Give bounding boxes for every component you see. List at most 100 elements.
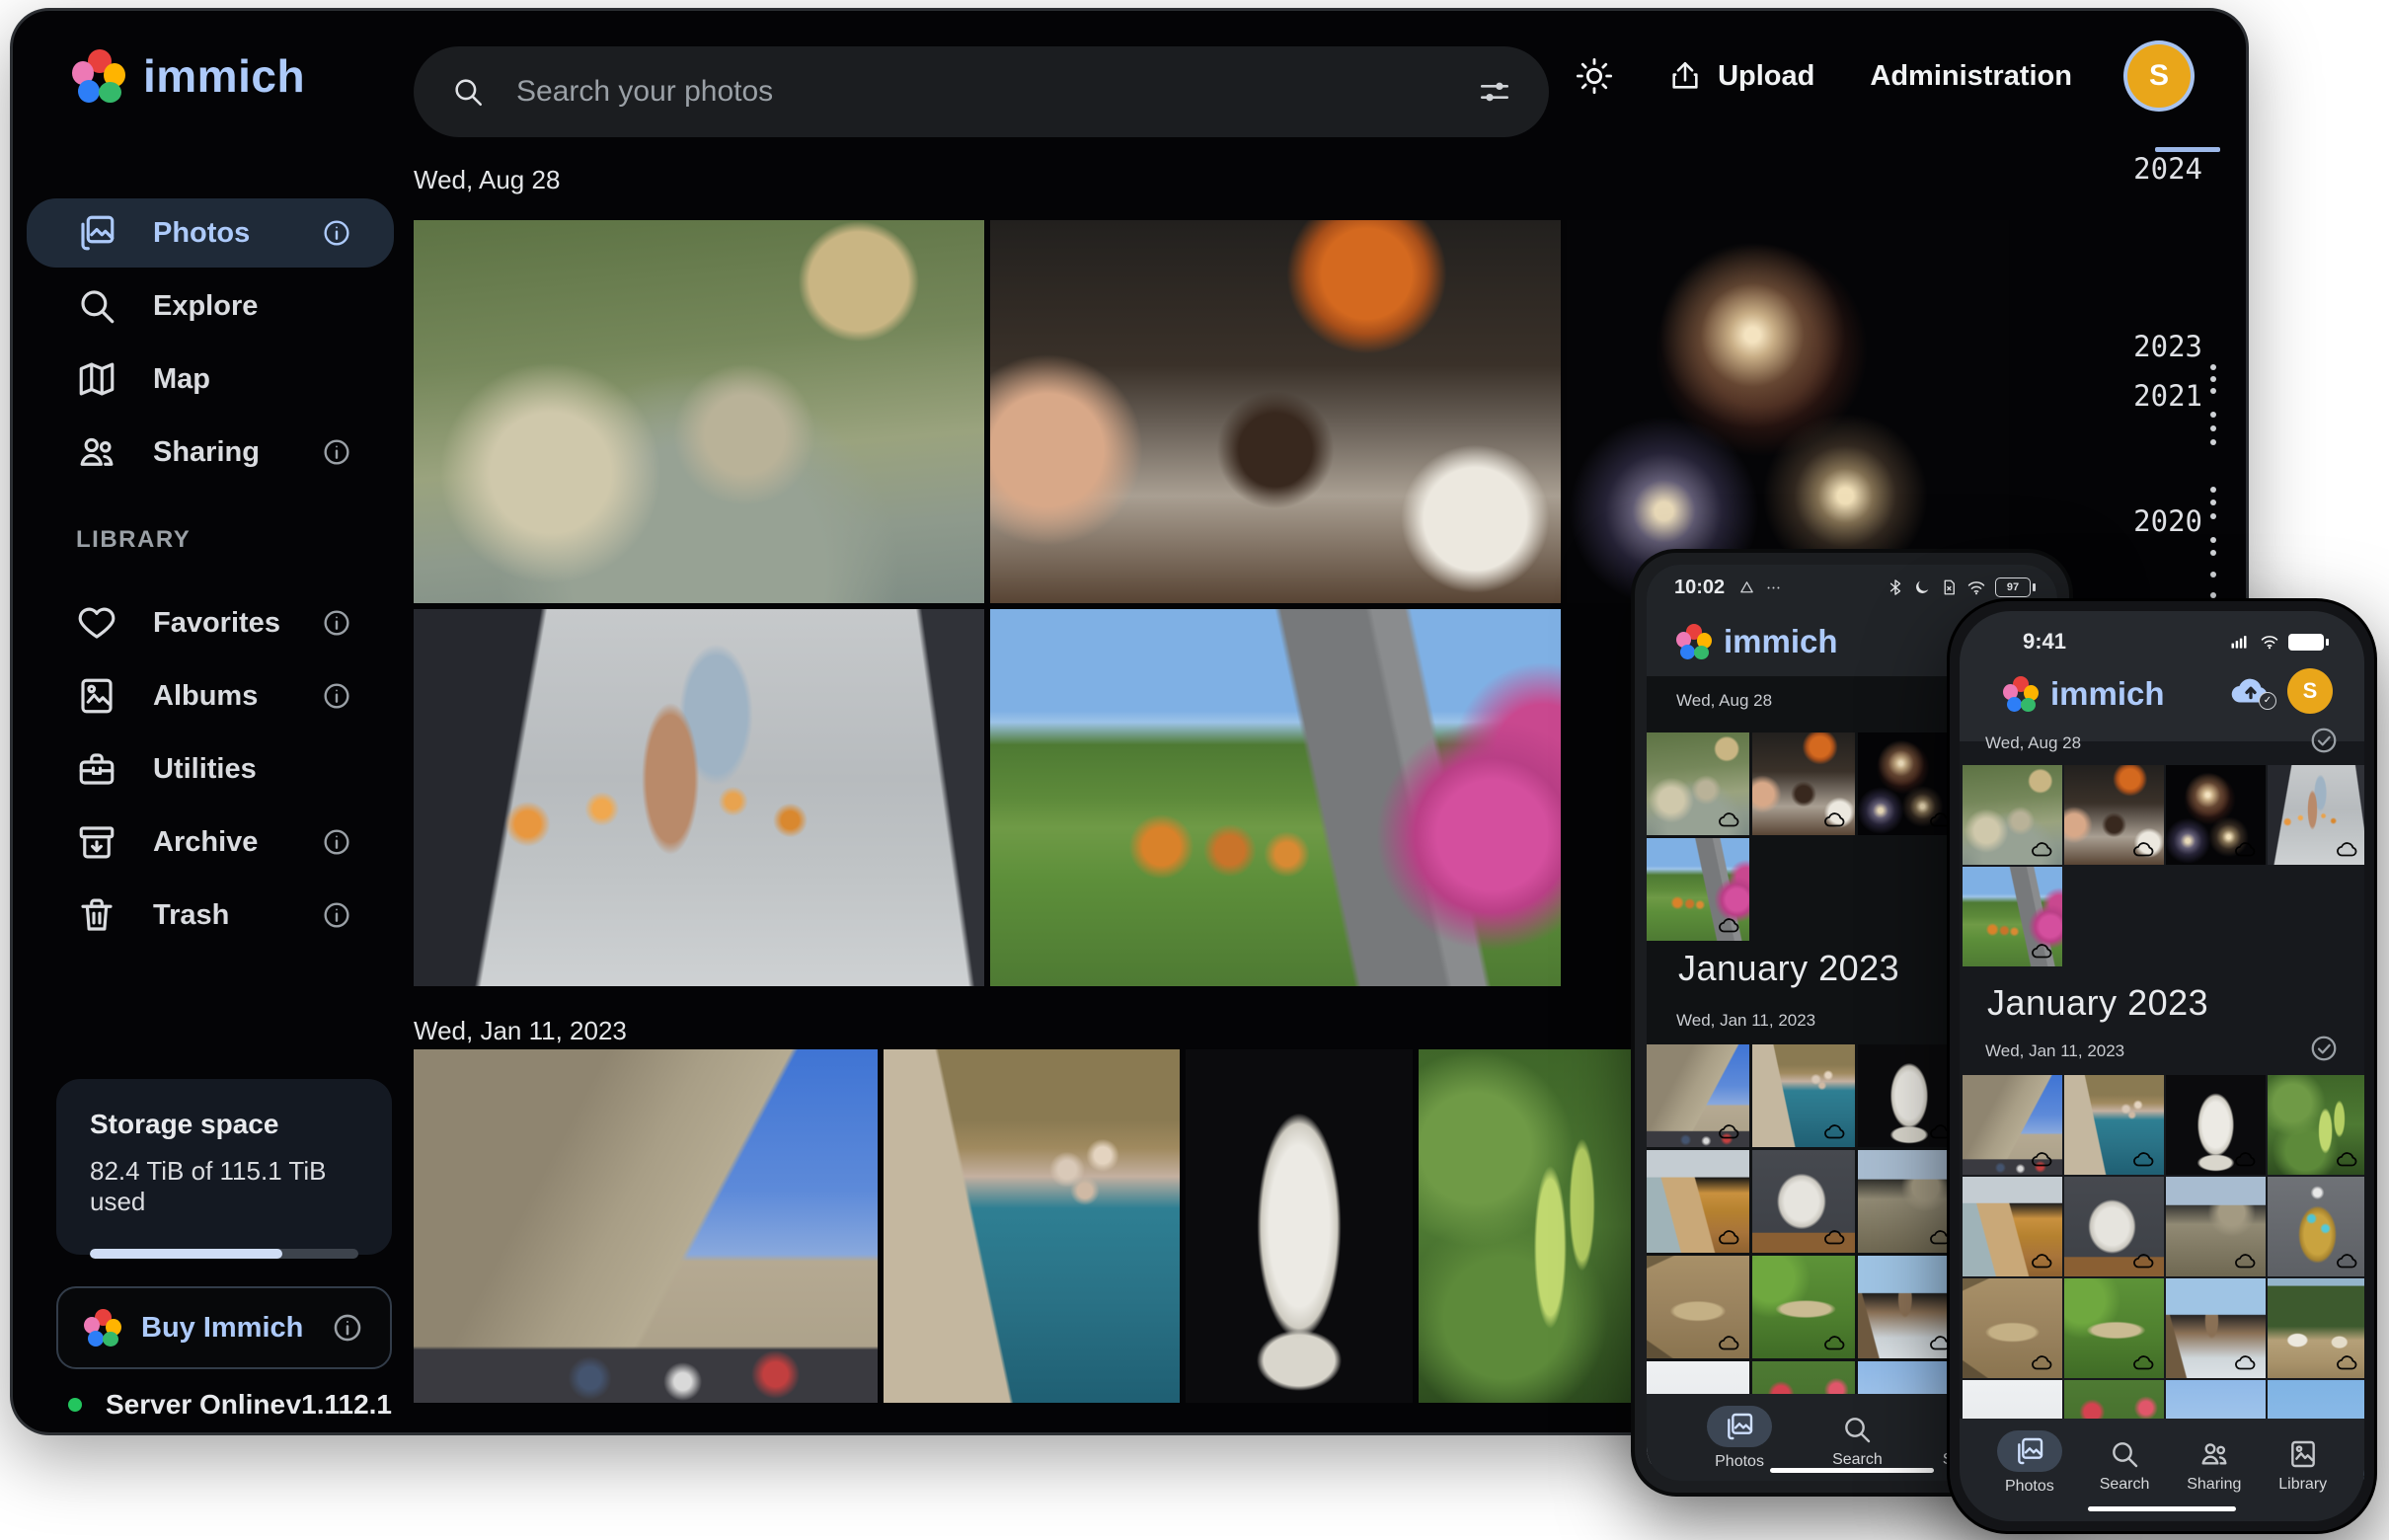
info-icon[interactable] [331, 1311, 364, 1345]
sidebar-item-sharing[interactable]: Sharing [13, 418, 408, 487]
phone-nav-search[interactable]: Search [2100, 1419, 2150, 1494]
user-avatar[interactable]: S [2127, 44, 2191, 108]
sidebar-item-favorites[interactable]: Favorites [13, 588, 408, 657]
phone-user-avatar[interactable]: S [2287, 668, 2333, 714]
timeline-year-2023[interactable]: 2023 [2133, 330, 2202, 363]
photo-hands[interactable] [414, 609, 984, 986]
theme-toggle-sun-icon[interactable] [1576, 57, 1613, 95]
tablet-nav-photos[interactable]: Photos [1707, 1394, 1772, 1471]
photo-lizard2-thumb[interactable] [1752, 1256, 1855, 1358]
cloud-sync-icon [1718, 1122, 1741, 1140]
timeline-dot [2210, 412, 2216, 418]
photo-bust-thumb[interactable] [2166, 1075, 2266, 1175]
photo-fortress[interactable] [414, 1049, 878, 1403]
cloud-sync-icon [1718, 1334, 1741, 1351]
sidebar-label-albums: Albums [153, 680, 258, 713]
photo-ruin-thumb[interactable] [2166, 1177, 2266, 1276]
photo-park[interactable] [990, 609, 1561, 986]
timeline-year-2020[interactable]: 2020 [2133, 504, 2202, 538]
administration-link[interactable]: Administration [1870, 60, 2072, 93]
search-bar[interactable] [414, 46, 1549, 137]
photo-coast[interactable] [884, 1049, 1180, 1403]
photo-fortress-thumb[interactable] [1963, 1075, 2062, 1175]
photo-lizard1-thumb[interactable] [1647, 1256, 1749, 1358]
cloud-sync-icon [2132, 1150, 2156, 1168]
album-icon [76, 675, 117, 717]
phone-nav-library[interactable]: Library [2278, 1419, 2327, 1494]
photo-seagrape-thumb[interactable] [2268, 1075, 2364, 1175]
sidebar-item-map[interactable]: Map [13, 345, 408, 414]
phone-nav-photos[interactable]: Photos [1997, 1419, 2062, 1496]
photo-park-thumb[interactable] [1647, 838, 1749, 941]
photo-lizard2-thumb[interactable] [2064, 1278, 2164, 1378]
photo-bust[interactable] [1186, 1049, 1413, 1403]
timeline-year-2024[interactable]: 2024 [2133, 152, 2202, 186]
sidebar-item-explore[interactable]: Explore [13, 271, 408, 341]
cloud-sync-icon [2336, 1150, 2359, 1168]
backup-cloud-icon[interactable]: ✓ [2228, 672, 2273, 708]
timeline-dot [2210, 537, 2216, 543]
info-icon[interactable] [321, 607, 352, 639]
photo-sculpture-thumb[interactable] [2064, 1177, 2164, 1276]
timeline-dot [2210, 425, 2216, 431]
photo-alpine-thumb[interactable] [2268, 1278, 2364, 1378]
search-input[interactable] [514, 74, 1478, 110]
photo-sculpture-thumb[interactable] [1752, 1150, 1855, 1253]
sharing-people-icon [2198, 1438, 2230, 1470]
upload-button[interactable]: Upload [1668, 59, 1814, 93]
photo-bust-thumb[interactable] [1858, 1044, 1961, 1147]
info-icon[interactable] [321, 436, 352, 468]
sidebar-item-trash[interactable]: Trash [13, 881, 408, 950]
avatar-initial: S [2149, 59, 2169, 93]
timeline-year-2021[interactable]: 2021 [2133, 379, 2202, 413]
photo-village-thumb[interactable] [1858, 1256, 1961, 1358]
tablet-home-indicator[interactable] [1770, 1468, 1934, 1473]
select-all-check-icon[interactable] [2309, 1034, 2339, 1063]
cloud-sync-icon [2031, 1150, 2054, 1168]
photo-village-thumb[interactable] [2166, 1278, 2266, 1378]
photo-monkeys[interactable] [414, 220, 984, 603]
sidebar-item-photos[interactable]: Photos [27, 198, 394, 268]
photo-park-thumb[interactable] [1963, 867, 2062, 966]
photo-fireworks[interactable] [1567, 220, 2009, 603]
info-icon[interactable] [321, 217, 352, 249]
info-icon[interactable] [321, 826, 352, 858]
photo-coast-thumb[interactable] [1752, 1044, 1855, 1147]
search-filter-icon[interactable] [1478, 75, 1511, 109]
photo-fireworks-thumb[interactable] [1858, 732, 1961, 835]
photo-fireworks-thumb[interactable] [2166, 765, 2266, 865]
sidebar-label-archive: Archive [153, 826, 258, 859]
sidebar-item-albums[interactable]: Albums [13, 661, 408, 731]
photo-beach-thumb[interactable] [1647, 1150, 1749, 1253]
photo-fortress-thumb[interactable] [1647, 1044, 1749, 1147]
photo-hands-thumb[interactable] [2268, 765, 2364, 865]
photo-seagrape[interactable] [1419, 1049, 1646, 1403]
photo-dinner-thumb[interactable] [2064, 765, 2164, 865]
photo-lizard1-thumb[interactable] [1963, 1278, 2062, 1378]
photo-beach-thumb[interactable] [1963, 1177, 2062, 1276]
sidebar-item-utilities[interactable]: Utilities [13, 734, 408, 804]
tablet-immich-logo: immich [1676, 616, 1838, 667]
cloud-sync-icon [2336, 1252, 2359, 1270]
photo-coast-thumb[interactable] [2064, 1075, 2164, 1175]
phone-nav-sharing[interactable]: Sharing [2187, 1419, 2241, 1494]
backup-check-badge: ✓ [2259, 692, 2276, 710]
photo-dinner[interactable] [990, 220, 1561, 603]
info-icon[interactable] [321, 899, 352, 931]
select-all-check-icon[interactable] [2309, 726, 2339, 755]
phone-home-indicator[interactable] [2088, 1506, 2236, 1511]
photo-monkeys-thumb[interactable] [1963, 765, 2062, 865]
sidebar-item-archive[interactable]: Archive [13, 808, 408, 877]
explore-search-icon [76, 285, 117, 327]
tablet-nav-search[interactable]: Search [1832, 1394, 1883, 1469]
buy-immich-button[interactable]: Buy Immich [56, 1286, 392, 1369]
photo-ornament-thumb[interactable] [2268, 1177, 2364, 1276]
sidebar-label-photos: Photos [153, 217, 250, 250]
info-icon[interactable] [321, 680, 352, 712]
photo-ruin-thumb[interactable] [1858, 1150, 1961, 1253]
cloud-sync-icon [1718, 1228, 1741, 1246]
photo-monkeys-thumb[interactable] [1647, 732, 1749, 835]
photo-dinner-thumb[interactable] [1752, 732, 1855, 835]
timeline-dot [2210, 513, 2216, 519]
immich-logo[interactable]: immich [72, 44, 305, 108]
